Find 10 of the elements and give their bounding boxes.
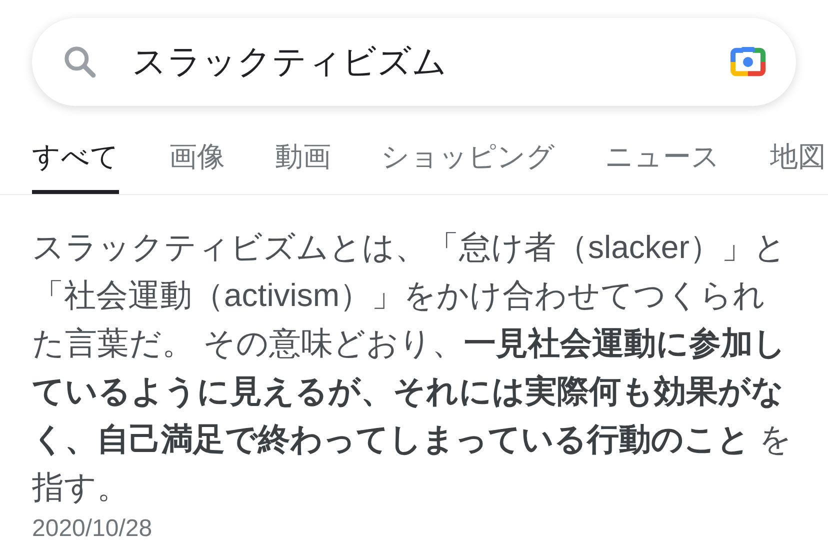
tab[interactable]: ショッピング [381, 136, 555, 194]
tab[interactable]: 画像 [169, 136, 225, 194]
tab[interactable]: すべて [32, 136, 119, 194]
tab[interactable]: 地図 [770, 136, 826, 194]
tab[interactable]: 動画 [275, 136, 331, 194]
search-field[interactable]: スラックティビズム [132, 36, 728, 88]
snippet-date: 2020/10/28 [32, 514, 154, 544]
snippet-text: スラックティビズムとは、「怠け者（slacker）」と「社会運動（activism）」をかけ合わせてつくられた言葉だ。 その意味どおり、一見社会運動に参加しているように見えるが、それには実際何も効果がなく、自己満足で終わってしまっている行動のこと を指す。 [32, 228, 792, 507]
search-bar[interactable]: スラックティビズム [32, 18, 796, 106]
tab[interactable]: ニュース [605, 136, 720, 194]
